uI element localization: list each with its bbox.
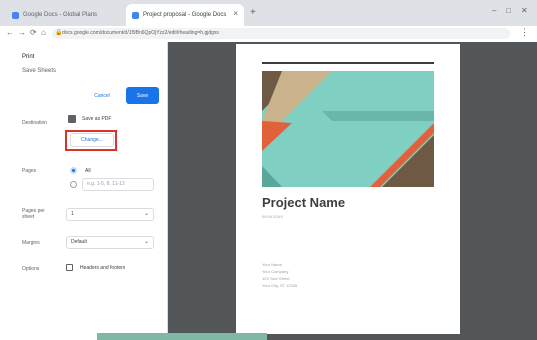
print-subtitle: Save Sheets xyxy=(22,68,57,74)
pages-custom-radio[interactable] xyxy=(70,181,77,188)
new-tab-button[interactable]: + xyxy=(250,7,256,18)
destination-value: Save as PDF xyxy=(82,116,112,122)
tab-inactive[interactable]: Google Docs - Global Plans xyxy=(6,4,122,26)
preview-page: Project Name 09.04.20XX Your Name Your C… xyxy=(236,44,460,334)
pages-all-radio[interactable] xyxy=(70,167,77,174)
margins-value: Default xyxy=(71,239,87,245)
options-label: Options xyxy=(22,266,40,272)
document-date: 09.04.20XX xyxy=(262,214,283,219)
address-text: docs.google.com/document/d/1f9Bn6QpOjYzz… xyxy=(62,30,219,36)
margins-select[interactable]: Default ⌄ xyxy=(66,236,154,249)
detail-line: Your Company xyxy=(262,269,289,274)
pages-per-sheet-select[interactable]: 1 ⌄ xyxy=(66,208,154,221)
close-window-button[interactable]: ✕ xyxy=(521,6,528,15)
chevron-down-icon: ⌄ xyxy=(143,239,149,245)
margins-label: Margins xyxy=(22,240,40,246)
pdf-icon xyxy=(68,115,76,123)
tab-bar: Google Docs - Global Plans Project propo… xyxy=(0,0,537,26)
tab-active[interactable]: Project proposal - Google Docs × xyxy=(126,4,244,26)
lock-icon: 🔒 xyxy=(55,30,63,36)
chevron-down-icon: ⌄ xyxy=(143,211,149,217)
close-icon[interactable]: × xyxy=(233,9,238,18)
back-icon[interactable]: ← xyxy=(6,28,14,37)
detail-line: Your City, ST 12345 xyxy=(262,283,298,288)
home-icon[interactable]: ⌂ xyxy=(41,28,46,37)
pages-per-sheet-value: 1 xyxy=(71,211,74,217)
browser-menu-icon[interactable]: ⋮ xyxy=(520,27,529,38)
cover-top-rule xyxy=(262,62,434,64)
tab-label: Google Docs - Global Plans xyxy=(23,12,98,18)
minimize-button[interactable]: – xyxy=(492,6,496,15)
cover-stripe xyxy=(322,111,434,121)
print-title: Print xyxy=(22,54,35,60)
document-title: Project Name xyxy=(262,195,346,210)
detail-line: 123 Your Street xyxy=(262,276,290,281)
pages-range-input[interactable]: e.g. 1-5, 8, 11-13 xyxy=(82,178,154,191)
pages-per-sheet-label: Pages per sheet xyxy=(22,208,45,220)
docs-favicon-icon xyxy=(132,11,139,19)
cancel-button[interactable]: Cancel xyxy=(84,90,120,102)
headers-footers-label: Headers and footers xyxy=(80,265,126,271)
address-bar[interactable]: 🔒 docs.google.com/document/d/1f9Bn6QpOjY… xyxy=(52,28,510,39)
print-preview-area: Project Name 09.04.20XX Your Name Your C… xyxy=(168,42,537,340)
pages-all-label: All xyxy=(85,168,91,174)
destination-label: Destination xyxy=(22,120,48,126)
cover-graphic xyxy=(262,71,434,187)
reload-icon[interactable]: ⟳ xyxy=(30,28,37,37)
next-page-peek xyxy=(97,333,267,340)
docs-favicon-icon xyxy=(12,11,19,19)
highlight-box xyxy=(65,130,117,151)
detail-line: Your Name xyxy=(262,262,282,267)
headers-footers-checkbox[interactable] xyxy=(66,264,73,271)
print-settings-panel: Print Save Sheets Cancel Save Destinatio… xyxy=(0,42,168,340)
pages-label: Pages xyxy=(22,168,37,174)
save-button[interactable]: Save xyxy=(126,87,159,104)
maximize-button[interactable]: □ xyxy=(506,6,511,15)
browser-toolbar: ← → ⟳ ⌂ 🔒 docs.google.com/document/d/1f9… xyxy=(0,26,537,43)
forward-icon[interactable]: → xyxy=(18,28,26,37)
tab-label: Project proposal - Google Docs xyxy=(143,12,227,18)
